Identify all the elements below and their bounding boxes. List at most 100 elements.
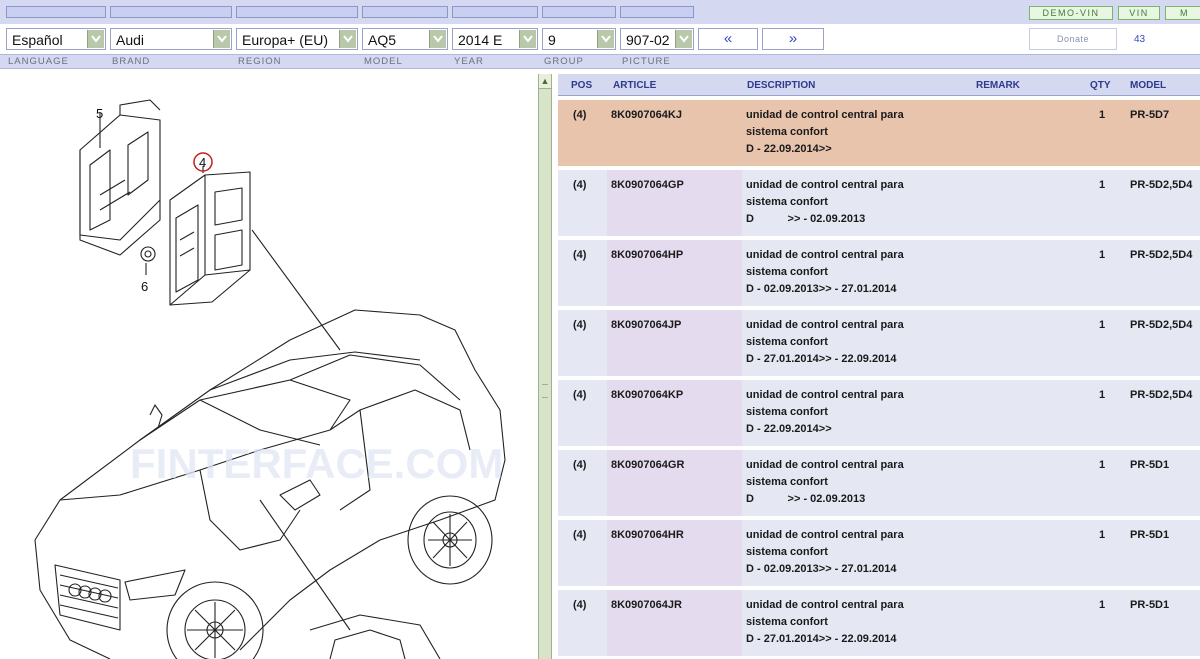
demo-vin-button[interactable]: DEMO-VIN (1029, 6, 1113, 20)
scroll-grip[interactable] (542, 384, 548, 398)
article-cell: 8K0907064JP (611, 319, 682, 331)
language-select[interactable]: Español (6, 28, 106, 50)
brand-label: BRAND (112, 56, 151, 67)
qty-cell: 1 (1099, 389, 1106, 401)
description-line: D - 27.01.2014>> - 22.09.2014 (746, 633, 897, 645)
description-line: unidad de control central para (746, 459, 904, 471)
description-line: D >> - 02.09.2013 (746, 493, 866, 505)
qty-cell: 1 (1099, 599, 1106, 611)
table-row[interactable]: (4) 8K0907064HR unidad de control central … (558, 520, 1200, 586)
region-tab[interactable] (236, 6, 358, 18)
qty-cell: 1 (1099, 459, 1106, 471)
picture-tab[interactable] (620, 6, 694, 18)
parts-diagram: 5 4 6 FINTERFACE.COM (34, 99, 506, 659)
remark-header: REMARK (976, 80, 1020, 91)
article-cell: 8K0907064JR (611, 599, 682, 611)
model-cell: PR-5D1 (1130, 599, 1170, 611)
model-tab[interactable] (362, 6, 448, 18)
chevron-down-icon[interactable] (87, 30, 104, 48)
description-line: D >> - 02.09.2013 (746, 213, 866, 225)
table-row[interactable]: (4) 8K0907064GP unidad de control central … (558, 170, 1200, 236)
description-line: sistema confort (746, 406, 828, 418)
vin-button[interactable]: VIN (1118, 6, 1160, 20)
pos-cell: (4) (573, 249, 587, 261)
pos-cell: (4) (573, 319, 587, 331)
qty-cell: 1 (1099, 529, 1106, 541)
year-select[interactable]: 2014 E (452, 28, 538, 50)
chevron-down-icon[interactable] (213, 30, 230, 48)
parts-table: POS ARTICLE DESCRIPTION REMARK QTY MODEL… (558, 74, 1200, 659)
group-select[interactable]: 9 (542, 28, 616, 50)
parts-illustration: 5 4 6 FINTERFACE.COM (0, 70, 538, 659)
chevron-down-icon[interactable] (429, 30, 446, 48)
description-line: sistema confort (746, 336, 828, 348)
description-line: unidad de control central para (746, 109, 904, 121)
language-tab[interactable] (6, 6, 106, 18)
year-label: YEAR (454, 56, 484, 67)
figure-scrollbar[interactable]: ▲ (538, 74, 552, 659)
selector-labels: LANGUAGE BRAND REGION MODEL YEAR GROUP P… (0, 54, 1200, 69)
year-tab[interactable] (452, 6, 538, 18)
callout-label: 4 (199, 155, 206, 170)
table-header: POS ARTICLE DESCRIPTION REMARK QTY MODEL (558, 74, 1200, 96)
group-tab[interactable] (542, 6, 616, 18)
description-line: unidad de control central para (746, 249, 904, 261)
chevron-down-icon[interactable] (597, 30, 614, 48)
description-cell: unidad de control central para sistema co… (746, 247, 904, 298)
next-picture-button[interactable]: » (762, 28, 824, 50)
callout-label: 5 (96, 106, 103, 121)
description-cell: unidad de control central para sistema co… (746, 177, 904, 228)
description-line: sistema confort (746, 126, 828, 138)
region-select[interactable]: Europa+ (EU) (236, 28, 358, 50)
description-line: sistema confort (746, 476, 828, 488)
description-header: DESCRIPTION (747, 80, 816, 91)
description-line: sistema confort (746, 546, 828, 558)
brand-tab[interactable] (110, 6, 232, 18)
table-row[interactable]: (4) 8K0907064GR unidad de control central … (558, 450, 1200, 516)
selector-row: Español Audi Europa+ (EU) AQ5 2014 E 9 9… (0, 24, 1200, 54)
previous-picture-button[interactable]: « (698, 28, 758, 50)
more-button[interactable]: M (1165, 6, 1200, 20)
description-line: D - 02.09.2013>> - 27.01.2014 (746, 563, 897, 575)
watermark: FINTERFACE.COM (130, 440, 503, 487)
pos-cell: (4) (573, 179, 587, 191)
description-line: unidad de control central para (746, 599, 904, 611)
brand-select[interactable]: Audi (110, 28, 232, 50)
table-row[interactable]: (4) 8K0907064JP unidad de control central … (558, 310, 1200, 376)
model-cell: PR-5D2,5D4 (1130, 389, 1193, 401)
qty-cell: 1 (1099, 109, 1106, 121)
model-cell: PR-5D2,5D4 (1130, 319, 1193, 331)
model-header: MODEL (1130, 80, 1167, 91)
region-label: REGION (238, 56, 282, 67)
article-cell: 8K0907064HP (611, 249, 684, 261)
table-row[interactable]: (4) 8K0907064HP unidad de control central … (558, 240, 1200, 306)
chevron-down-icon[interactable] (675, 30, 692, 48)
description-line: sistema confort (746, 266, 828, 278)
article-cell: 8K0907064GR (611, 459, 685, 471)
chevron-down-icon[interactable] (339, 30, 356, 48)
part-count: 43 (1134, 34, 1146, 45)
table-row[interactable]: (4) 8K0907064KJ unidad de control central … (558, 100, 1200, 166)
description-line: unidad de control central para (746, 179, 904, 191)
description-line: D - 22.09.2014>> (746, 423, 832, 435)
table-row[interactable]: (4) 8K0907064KP unidad de control central … (558, 380, 1200, 446)
model-select[interactable]: AQ5 (362, 28, 448, 50)
chevron-down-icon[interactable] (519, 30, 536, 48)
picture-select[interactable]: 907-02 (620, 28, 694, 50)
group-label: GROUP (544, 56, 584, 67)
pos-cell: (4) (573, 529, 587, 541)
description-cell: unidad de control central para sistema co… (746, 527, 904, 578)
donate-button[interactable]: Donate (1029, 28, 1117, 50)
description-cell: unidad de control central para sistema co… (746, 107, 904, 158)
table-row[interactable]: (4) 8K0907064JR unidad de control central … (558, 590, 1200, 656)
article-cell: 8K0907064KP (611, 389, 684, 401)
model-cell: PR-5D1 (1130, 459, 1170, 471)
article-cell: 8K0907064GP (611, 179, 684, 191)
scroll-up-icon[interactable]: ▲ (539, 74, 551, 89)
model-cell: PR-5D1 (1130, 529, 1170, 541)
description-line: unidad de control central para (746, 529, 904, 541)
article-cell: 8K0907064KJ (611, 109, 682, 121)
description-cell: unidad de control central para sistema co… (746, 457, 904, 508)
qty-cell: 1 (1099, 179, 1106, 191)
qty-header: QTY (1090, 80, 1111, 91)
